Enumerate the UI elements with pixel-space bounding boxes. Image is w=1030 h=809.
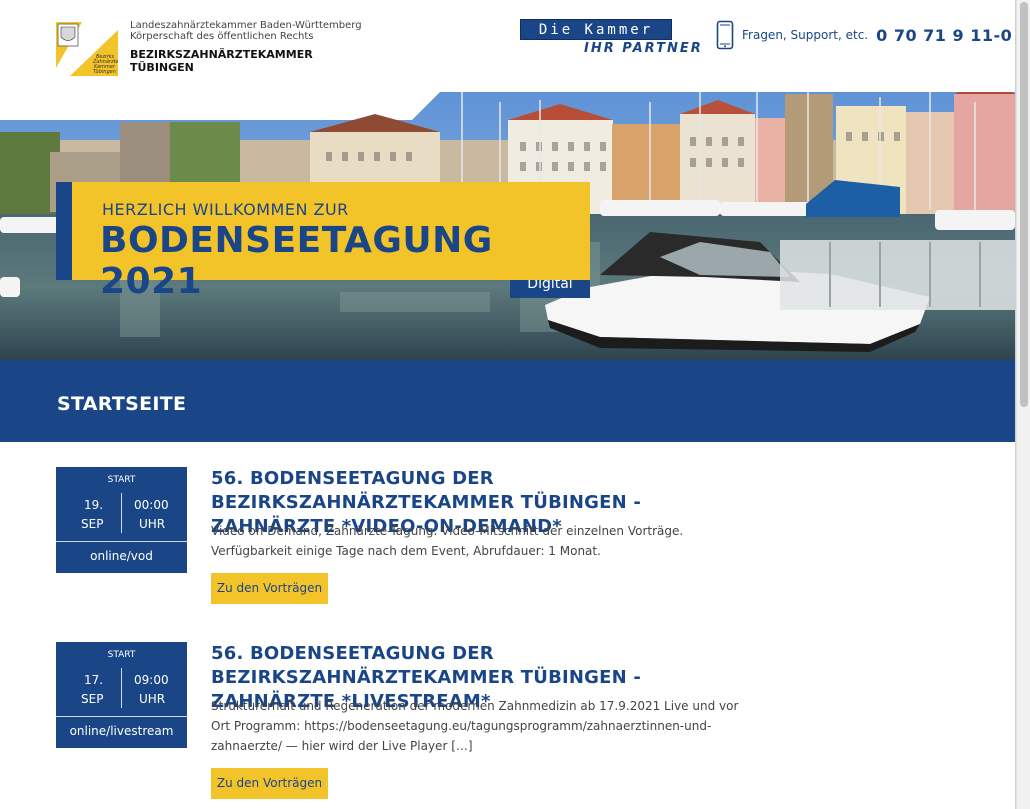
svg-text:Tübingen: Tübingen xyxy=(93,69,116,75)
event-date-box: START 17. SEP 09:00 UHR online/livestrea… xyxy=(56,642,187,748)
kammer-partner-logo[interactable]: Die Kammer IHR PARTNER xyxy=(520,19,703,56)
org-line-1: Landeszahnärztekammer Baden-Württemberg xyxy=(130,20,362,31)
divider xyxy=(56,716,187,717)
phone-number-link[interactable]: 0 70 71 9 11-0 xyxy=(876,26,1012,45)
event-description: Strukturerhalt und Regeneration der mode… xyxy=(211,699,739,753)
event-time-unit: UHR xyxy=(139,517,166,531)
org-line-2: Körperschaft des öffentlichen Rechts xyxy=(130,31,314,42)
view-talks-button[interactable]: Zu den Vorträgen xyxy=(211,573,328,604)
site-header: Bezirks Zahnärzte Kammer Tübingen Landes… xyxy=(0,0,1016,92)
divider xyxy=(56,541,187,542)
event-mode: online/livestream xyxy=(69,724,174,738)
page: Bezirks Zahnärzte Kammer Tübingen Landes… xyxy=(0,0,1016,809)
start-label: START xyxy=(107,475,136,485)
contact-label: Fragen, Support, etc. xyxy=(742,28,869,42)
welcome-subtitle: HERZLICH WILLKOMMEN ZUR xyxy=(102,200,349,219)
welcome-banner: HERZLICH WILLKOMMEN ZUR BODENSEETAGUNG 2… xyxy=(56,182,590,302)
event-day: 19. xyxy=(84,498,104,512)
event-month: SEP xyxy=(81,692,104,706)
vertical-scrollbar[interactable] xyxy=(1016,0,1030,809)
page-title-band: STARTSEITE xyxy=(0,360,1016,442)
scrollbar-thumb[interactable] xyxy=(1020,2,1028,407)
event-description: Video on Demand, Zahnärzte-Tagung. Video… xyxy=(211,524,684,558)
event-card: START 17. SEP 09:00 UHR online/livestrea… xyxy=(56,642,756,802)
event-day: 17. xyxy=(84,673,104,687)
org-line-4: TÜBINGEN xyxy=(130,61,194,74)
view-talks-button[interactable]: Zu den Vorträgen xyxy=(211,768,328,799)
divider xyxy=(121,668,122,708)
chamber-logo[interactable]: Bezirks Zahnärzte Kammer Tübingen xyxy=(56,22,118,76)
page-title: STARTSEITE xyxy=(57,393,187,415)
start-label: START xyxy=(107,650,136,660)
divider xyxy=(121,493,122,533)
org-line-3: BEZIRKSZAHNÄRZTEKAMMER xyxy=(130,48,313,61)
event-time: 00:00 xyxy=(134,498,169,512)
event-time: 09:00 xyxy=(134,673,169,687)
contact-info: Fragen, Support, etc. 0 70 71 9 11-0 xyxy=(716,18,1012,52)
event-title: BODENSEETAGUNG 2021 xyxy=(100,220,493,302)
kammer-subtitle: IHR PARTNER xyxy=(584,41,703,56)
event-date-box: START 19. SEP 00:00 UHR online/vod xyxy=(56,467,187,573)
kammer-title: Die Kammer xyxy=(520,19,672,40)
event-card: START 19. SEP 00:00 UHR online/vod 56. B… xyxy=(56,467,756,607)
event-month: SEP xyxy=(81,517,104,531)
event-mode: online/vod xyxy=(90,549,153,563)
event-time-unit: UHR xyxy=(139,692,166,706)
organization-name: Landeszahnärztekammer Baden-Württemberg … xyxy=(130,20,362,74)
smartphone-icon xyxy=(716,20,734,50)
